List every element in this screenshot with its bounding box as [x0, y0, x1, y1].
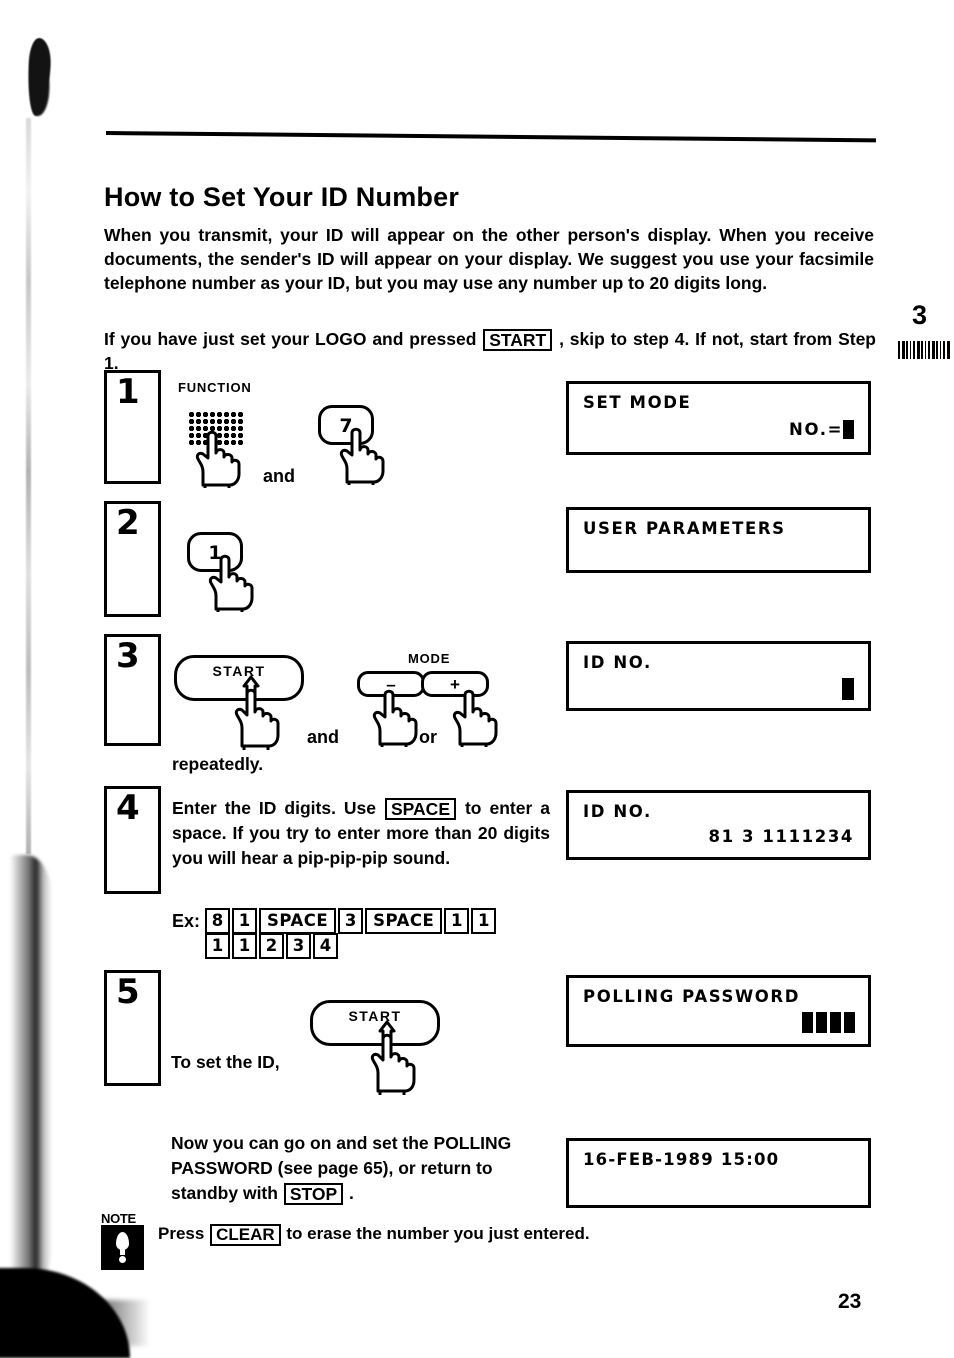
step-number-2: 2 — [116, 503, 140, 543]
ex-key[interactable]: 1 — [205, 933, 230, 959]
ex-key[interactable]: 1 — [232, 933, 257, 959]
key-start-inline: START — [483, 328, 553, 351]
step4-text-before: Enter the ID digits. Use — [172, 798, 377, 818]
step3-note: repeatedly. — [172, 754, 264, 774]
ex-key[interactable]: 8 — [205, 908, 230, 934]
step-box-5: 5 — [104, 970, 161, 1086]
conjunction-or-step3: or — [419, 727, 437, 747]
ex-key[interactable]: 3 — [338, 908, 364, 934]
example-key-row-1: 8 1 SPACE 3 SPACE 1 1 — [205, 908, 498, 934]
example-label: Ex: — [172, 911, 201, 931]
lcd-3-line1: ID NO. — [583, 653, 652, 672]
ex-key[interactable]: 1 — [232, 908, 257, 934]
scan-artifact-middle — [10, 855, 52, 1285]
note-text-after: to erase the number you just entered. — [286, 1224, 590, 1243]
page-title: How to Set Your ID Number — [104, 182, 460, 213]
lcd-display-2: USER PARAMETERS — [566, 507, 871, 573]
lcd-2-line1: USER PARAMETERS — [583, 519, 786, 538]
step-box-3: 3 — [104, 634, 161, 746]
lcd-cursor — [843, 420, 854, 439]
function-key-label: FUNCTION — [178, 380, 252, 395]
ex-key[interactable]: 3 — [286, 933, 311, 959]
pointing-hand-icon-start5 — [370, 1020, 416, 1095]
step4-instructions: Enter the ID digits. Use SPACE to enter … — [172, 796, 550, 871]
ex-key[interactable]: SPACE — [365, 908, 443, 934]
lcd-3-cursor — [842, 678, 854, 700]
lcd-display-4: ID NO. 81 3 1111234 — [566, 790, 871, 860]
example-key-row-2: 1 1 2 3 4 — [205, 933, 340, 959]
scan-artifact-top — [25, 38, 53, 116]
ex-key[interactable]: 4 — [313, 933, 338, 959]
key-stop-inline: STOP — [283, 1183, 344, 1206]
lcd-5-password-blocks — [802, 1012, 855, 1033]
closing-instructions: Now you can go on and set the POLLING PA… — [171, 1131, 543, 1206]
step-number-5: 5 — [116, 972, 140, 1012]
intro-paragraph-2: If you have just set your LOGO and press… — [104, 327, 876, 375]
conjunction-and-step1: and — [263, 466, 296, 486]
lcd-display-3: ID NO. — [566, 641, 871, 711]
lcd-standby-line1: 16-FEB-1989 15:00 — [583, 1150, 780, 1169]
conjunction-and-step3: and — [307, 727, 340, 747]
intro2-before: If you have just set your LOGO and press… — [104, 328, 477, 349]
key-clear-inline: CLEAR — [210, 1224, 281, 1246]
step-box-4: 4 — [104, 786, 161, 894]
lcd-1-line2: NO.= — [789, 420, 854, 439]
step-number-1: 1 — [116, 372, 140, 412]
pointing-hand-icon-mode-plus — [452, 689, 498, 747]
lcd-display-5: POLLING PASSWORD — [566, 975, 871, 1047]
page-number: 23 — [838, 1290, 862, 1313]
pointing-hand-icon-start3 — [234, 675, 280, 750]
ex-key[interactable]: 1 — [444, 908, 470, 934]
lcd-display-1: SET MODE NO.= — [566, 381, 871, 455]
note-badge: NOTE — [101, 1212, 144, 1270]
pointing-hand-icon-function — [195, 430, 241, 488]
pointing-hand-icon-7 — [339, 427, 385, 485]
note-text: Press CLEAR to erase the number you just… — [158, 1224, 590, 1246]
step-number-4: 4 — [116, 788, 140, 828]
step-box-1: 1 — [104, 370, 161, 484]
note-badge-label: NOTE — [101, 1211, 136, 1226]
key-space-inline: SPACE — [385, 798, 456, 821]
lcd-4-line2: 81 3 1111234 — [708, 827, 854, 846]
ex-key[interactable]: 1 — [471, 908, 497, 934]
chapter-barcode-icon — [898, 341, 950, 359]
step-box-2: 2 — [104, 501, 161, 617]
mode-key-label: MODE — [408, 651, 451, 666]
lcd-1-line1: SET MODE — [583, 393, 692, 412]
closing-text-after: . — [349, 1183, 354, 1203]
scan-artifact-streak — [26, 118, 31, 854]
pointing-hand-icon-1 — [208, 554, 254, 612]
chapter-number: 3 — [912, 300, 928, 330]
lcd-4-line1: ID NO. — [583, 802, 652, 821]
header-divider — [105, 131, 876, 143]
intro-paragraph: When you transmit, your ID will appear o… — [104, 224, 874, 293]
ex-key[interactable]: 2 — [259, 933, 284, 959]
note-text-before: Press — [158, 1224, 205, 1243]
step5-caption: To set the ID, — [171, 1052, 280, 1072]
exclamation-icon — [101, 1225, 144, 1270]
lcd-display-standby: 16-FEB-1989 15:00 — [566, 1138, 871, 1208]
lcd-5-line1: POLLING PASSWORD — [583, 987, 800, 1006]
step-number-3: 3 — [116, 636, 140, 676]
scan-artifact-bottom-tail — [80, 1300, 150, 1346]
ex-key[interactable]: SPACE — [259, 908, 337, 934]
